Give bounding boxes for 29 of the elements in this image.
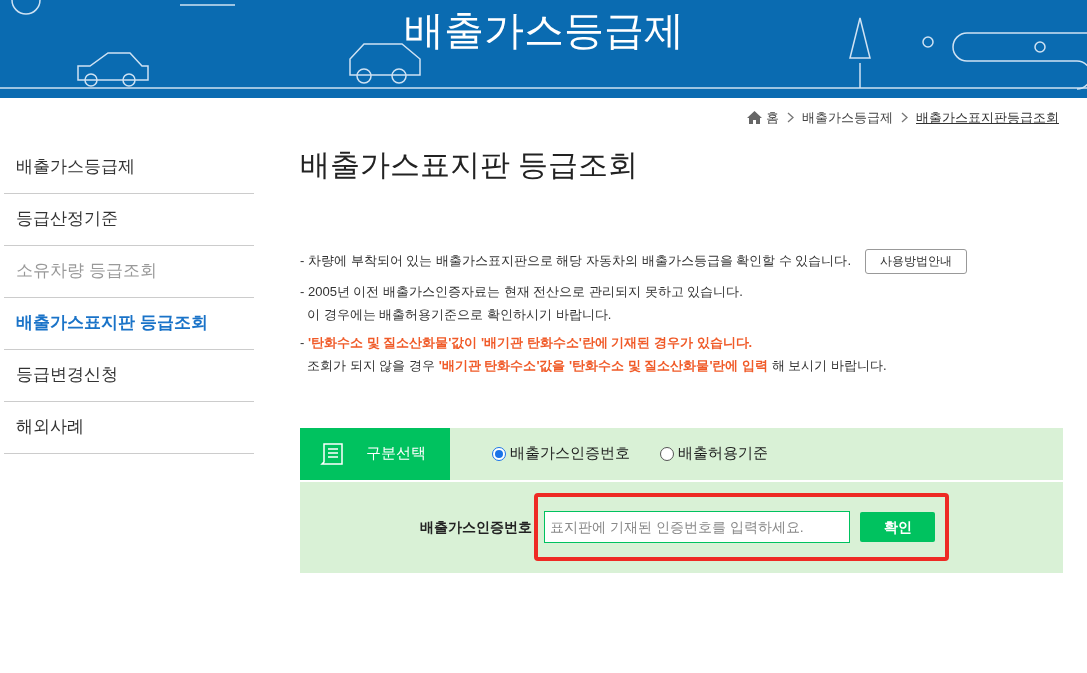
radio-button[interactable] bbox=[492, 446, 506, 461]
radio-button[interactable] bbox=[660, 446, 674, 461]
certification-number-field[interactable]: 표지판에 기재된 인증번호를 입력하세요. bbox=[544, 511, 850, 543]
leaf-icon bbox=[922, 36, 934, 48]
sun-icon bbox=[11, 0, 41, 15]
section-label: 구분선택 bbox=[366, 443, 426, 464]
sidebar-item[interactable]: 배출가스표지판 등급조회 bbox=[4, 297, 254, 350]
breadcrumb-link[interactable]: 배출가스표지판등급조회 bbox=[916, 108, 1059, 128]
note-text: 조회가 되지 않을 경우 '배기관 탄화수소'값을 '탄화수소 및 질소산화물'란에 입력 해 보시기 바랍니다. bbox=[306, 357, 887, 375]
radio-label[interactable]: 배출허용기준 bbox=[678, 442, 768, 465]
chevron-icon bbox=[901, 112, 908, 124]
breadcrumb-link[interactable]: 홈 bbox=[766, 108, 779, 128]
field-label: 배출가스인증번호 bbox=[420, 517, 532, 537]
note-text: - '탄화수소 및 질소산화물'값이 '배기관 탄화수소'란에 기재된 경우가 있습니다. bbox=[300, 333, 753, 352]
breadcrumb-link[interactable]: 배출가스등급제 bbox=[802, 108, 893, 128]
radio-label[interactable]: 배출가스인증번호 bbox=[510, 442, 630, 465]
sidebar-item[interactable]: 등급변경신청 bbox=[4, 349, 254, 402]
guide-button[interactable]: 사용방법안내 bbox=[865, 248, 968, 274]
sidebar-item[interactable]: 배출가스등급제 bbox=[4, 141, 254, 194]
home-icon bbox=[747, 111, 762, 125]
document-icon bbox=[320, 440, 346, 467]
note-text: - 2005년 이전 배출가스인증자료는 현재 전산으로 관리되지 못하고 있습니다. bbox=[300, 282, 743, 301]
page-title: 배출가스표지판 등급조회 bbox=[300, 146, 640, 183]
banner-title: 배출가스등급제 bbox=[403, 7, 684, 54]
sidebar-item[interactable]: 등급산정기준 bbox=[4, 193, 254, 246]
sidebar-item[interactable]: 해외사례 bbox=[4, 401, 254, 454]
note-text: - 차량에 부착되어 있는 배출가스표지판으로 해당 자동차의 배출가스등급을 확인할 수 있습니다. bbox=[300, 252, 852, 271]
note-text: 이 경우에는 배출허용기준으로 확인하시기 바랍니다. bbox=[306, 306, 612, 324]
chevron-icon bbox=[787, 112, 794, 124]
